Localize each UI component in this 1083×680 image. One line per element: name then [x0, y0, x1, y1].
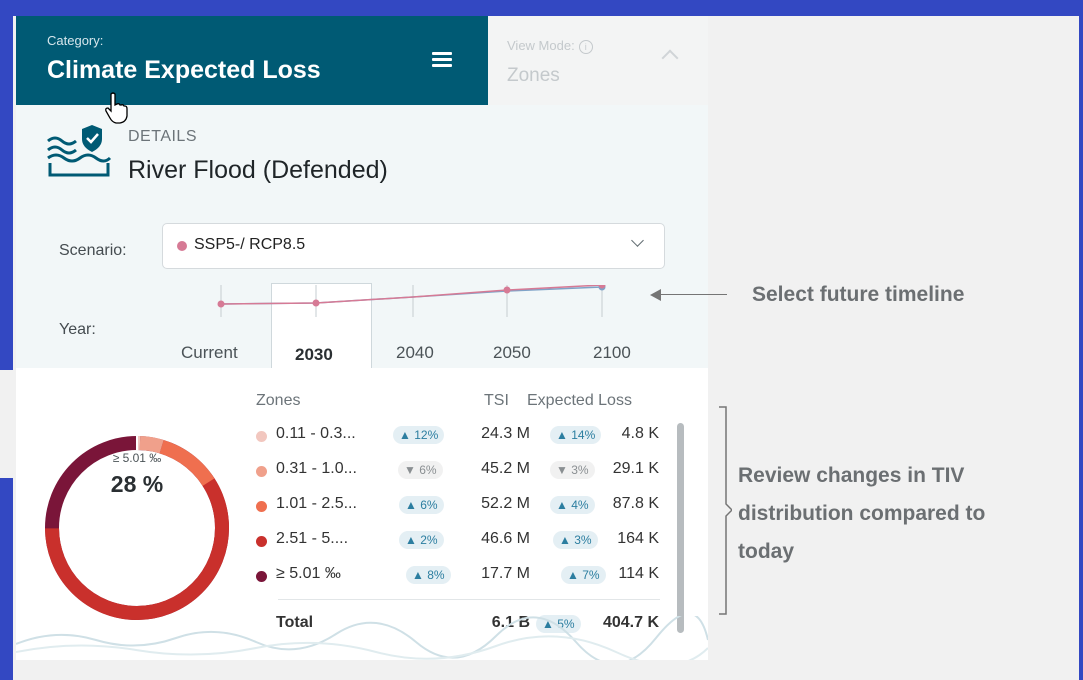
- year-2100[interactable]: 2100: [593, 343, 631, 363]
- donut-label: ≥ 5.01 ‰: [112, 451, 162, 465]
- year-current[interactable]: Current: [181, 343, 238, 363]
- chevron-down-icon[interactable]: [631, 234, 644, 247]
- category-header[interactable]: Category: Climate Expected Loss: [16, 16, 488, 105]
- zone-name: 2.51 - 5....: [276, 530, 349, 547]
- header-zones: Zones: [256, 392, 301, 409]
- arrow-left-icon: [650, 289, 661, 301]
- trend-point: [217, 300, 225, 308]
- tsi-value: 45.2 M: [481, 460, 530, 477]
- loss-change-badge: ▲ 7%: [561, 566, 606, 584]
- zone-row: 0.31 - 1.0... ▼ 6% 45.2 M ▼ 3% 29.1 K: [256, 460, 666, 490]
- trend-point: [312, 299, 320, 307]
- view-mode-select[interactable]: View Mode: i Zones: [488, 16, 708, 106]
- frame-left: [0, 0, 13, 370]
- tsi-change-badge: ▲ 8%: [406, 566, 451, 584]
- year-trend-chart: [217, 285, 606, 317]
- donut-value: 28 %: [110, 471, 164, 497]
- loss-value: 29.1 K: [612, 460, 659, 477]
- tsi-change-badge: ▼ 6%: [398, 461, 443, 479]
- scenario-label: Scenario:: [59, 242, 127, 259]
- loss-change-badge: ▼ 3%: [550, 461, 595, 479]
- header-expected-loss: Expected Loss: [527, 392, 632, 409]
- zone-name: 0.31 - 1.0...: [276, 460, 357, 477]
- header-tsi: TSI: [484, 392, 509, 409]
- loss-value: 4.8 K: [621, 425, 659, 442]
- zone-row: 2.51 - 5.... ▲ 2% 46.6 M ▲ 3% 164 K: [256, 530, 666, 560]
- annotation-review: Review changes in TIV distribution compa…: [738, 464, 986, 563]
- trend-line-scenario: [220, 285, 603, 305]
- category-title[interactable]: Climate Expected Loss: [47, 56, 321, 85]
- hand-cursor-icon: [105, 92, 128, 124]
- loss-value: 114 K: [618, 565, 659, 582]
- details-label: DETAILS: [128, 128, 197, 145]
- year-label: Year:: [59, 321, 96, 338]
- loss-value: 87.8 K: [612, 495, 659, 512]
- zone-dot: [256, 571, 267, 582]
- tsi-value: 46.6 M: [481, 530, 530, 547]
- zone-dot: [256, 536, 267, 547]
- details-section: DETAILS River Flood (Defended) Scenario:…: [16, 105, 708, 384]
- scenario-value: SSP5-/ RCP8.5: [194, 236, 306, 253]
- tsi-value: 52.2 M: [481, 495, 530, 512]
- year-2040[interactable]: 2040: [396, 343, 434, 363]
- scenario-select[interactable]: SSP5-/ RCP8.5: [162, 223, 665, 269]
- tsi-change-badge: ▲ 2%: [399, 531, 444, 549]
- tsi-value: 24.3 M: [481, 425, 530, 442]
- zone-name: ≥ 5.01 ‰: [276, 565, 341, 582]
- loss-change-badge: ▲ 4%: [550, 496, 595, 514]
- total-divider: [278, 599, 660, 600]
- zone-row: 0.11 - 0.3... ▲ 12% 24.3 M ▲ 14% 4.8 K: [256, 425, 666, 455]
- view-mode-label: View Mode: i: [507, 38, 593, 54]
- scrollbar[interactable]: [677, 423, 684, 633]
- frame-right: [1079, 0, 1083, 680]
- view-mode-value: Zones: [507, 65, 560, 86]
- flood-shield-icon: [47, 125, 112, 177]
- tsi-change-badge: ▲ 12%: [393, 426, 445, 444]
- bracket-icon: [719, 406, 732, 615]
- menu-icon[interactable]: [432, 52, 452, 68]
- zone-name: 0.11 - 0.3...: [276, 425, 356, 442]
- frame-left-lower: [0, 478, 13, 680]
- annotation-timeline: Select future timeline: [752, 283, 965, 306]
- info-icon[interactable]: i: [578, 40, 593, 54]
- year-2030[interactable]: 2030: [295, 345, 333, 365]
- loss-change-badge: ▲ 14%: [550, 426, 602, 444]
- year-2050[interactable]: 2050: [493, 343, 531, 363]
- trend-point: [503, 286, 511, 294]
- tsi-value: 17.7 M: [481, 565, 530, 582]
- frame-top: [0, 0, 1083, 16]
- tsi-change-badge: ▲ 6%: [399, 496, 444, 514]
- zone-dot: [256, 501, 267, 512]
- chevron-up-icon[interactable]: [661, 49, 679, 67]
- category-label: Category:: [47, 33, 104, 48]
- loss-value: 164 K: [617, 530, 659, 547]
- zone-dot: [256, 466, 267, 477]
- zone-name: 1.01 - 2.5...: [276, 495, 357, 512]
- zone-dot: [256, 431, 267, 442]
- zone-row: ≥ 5.01 ‰ ▲ 8% 17.7 M ▲ 7% 114 K: [256, 565, 666, 595]
- hazard-title: River Flood (Defended): [128, 156, 388, 184]
- arrow-line: [655, 294, 727, 295]
- loss-change-badge: ▲ 3%: [553, 531, 598, 549]
- zone-row: 1.01 - 2.5... ▲ 6% 52.2 M ▲ 4% 87.8 K: [256, 495, 666, 525]
- scenario-color-dot: [177, 241, 187, 251]
- trend-line-baseline: [220, 286, 603, 305]
- wave-decoration: [16, 616, 708, 660]
